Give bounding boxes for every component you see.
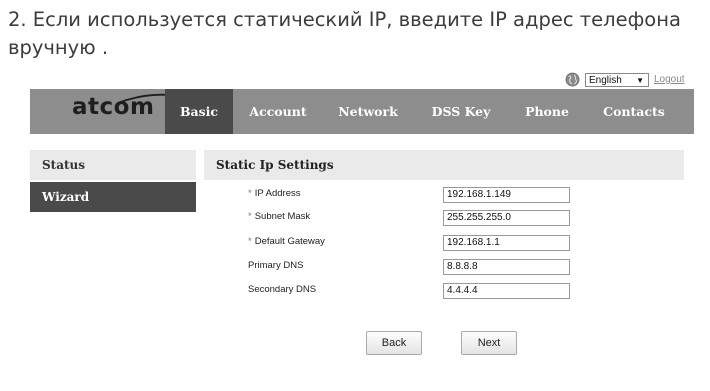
instruction-text: 2. Если используется статический IP, вве… [8,8,681,59]
field-label-subnet-mask: * Subnet Mask [248,211,310,227]
globe-icon [565,72,580,87]
tab-network[interactable]: Network [328,89,408,134]
tab-contacts[interactable]: Contacts [592,89,676,134]
field-label-primary-dns: Primary DNS [248,260,303,276]
field-label-text: IP Address [254,188,301,199]
sidebar: Status Wizard [30,150,196,214]
top-navbar: atcom Basic Account Network DSS Key Phon… [30,89,694,134]
ip-address-input[interactable]: 192.168.1.149 [443,187,570,203]
field-label-secondary-dns: Secondary DNS [248,284,316,300]
language-select[interactable]: English ▼ [585,72,649,87]
field-label-ip-address: * IP Address [248,188,300,204]
default-gateway-input[interactable]: 192.168.1.1 [443,235,570,251]
main-content: Static Ip Settings * IP Address 192.168.1… [204,150,684,391]
sidebar-item-wizard[interactable]: Wizard [30,182,196,212]
tab-basic[interactable]: Basic [165,89,233,134]
field-label-default-gateway: * Default Gateway [248,236,325,252]
subnet-mask-input[interactable]: 255.255.255.0 [443,210,570,226]
field-label-text: Secondary DNS [248,284,317,295]
header-tools: English ▼ Logout [565,71,685,88]
section-title: Static Ip Settings [204,150,684,180]
tab-dss-key[interactable]: DSS Key [424,89,498,134]
required-marker: * [248,236,252,247]
tab-account[interactable]: Account [240,89,316,134]
logout-link[interactable]: Logout [654,74,685,85]
required-marker: * [248,188,252,199]
tab-phone[interactable]: Phone [514,89,580,134]
field-label-text: Default Gateway [254,236,325,247]
field-label-text: Subnet Mask [254,211,311,222]
sidebar-item-status[interactable]: Status [30,150,196,180]
back-button[interactable]: Back [366,331,422,355]
primary-dns-input[interactable]: 8.8.8.8 [443,259,570,275]
next-button[interactable]: Next [461,331,517,355]
secondary-dns-input[interactable]: 4.4.4.4 [443,283,570,299]
language-value: English [589,74,622,86]
form-body: * IP Address 192.168.1.149 * Subnet Mask 2… [204,180,684,391]
required-marker: * [248,211,252,222]
field-label-text: Primary DNS [248,260,304,271]
logo-arc-icon [117,93,171,104]
chevron-down-icon: ▼ [636,75,644,85]
